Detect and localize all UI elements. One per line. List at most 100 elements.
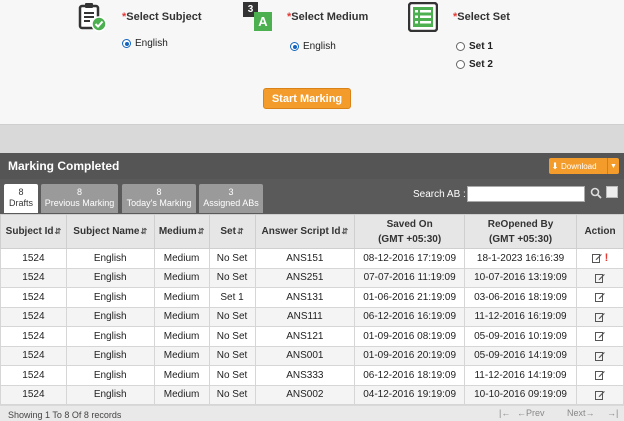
medium-label-text: Select Medium	[291, 11, 369, 23]
table-cell: English	[65, 326, 155, 347]
tab-todays-marking[interactable]: 8 Today's Marking	[122, 184, 196, 213]
table-row: 1524 English Medium No Set ANS251 07-07-2016 …	[0, 267, 624, 288]
table-cell: 01-06-2016 21:19:09	[354, 287, 466, 308]
set-radio-set-2[interactable]: Set 2	[456, 59, 493, 70]
header-medium[interactable]: Medium⇵	[153, 214, 210, 249]
header-subject-name[interactable]: Subject Name⇵	[65, 214, 155, 249]
header-set[interactable]: Set⇵	[208, 214, 256, 249]
header-label: Answer Script Id	[261, 226, 341, 237]
table-cell: ANS002	[254, 384, 356, 405]
set-radio-set-1[interactable]: Set 1	[456, 41, 493, 52]
table-cell: No Set	[208, 326, 256, 347]
next-page-button[interactable]: Next→	[567, 408, 595, 418]
search-input[interactable]	[467, 186, 585, 202]
subject-label-text: Select Subject	[126, 11, 202, 23]
table-cell: English	[65, 267, 155, 288]
radio-dot[interactable]	[456, 60, 465, 69]
edit-icon[interactable]	[595, 390, 605, 400]
sort-icon[interactable]: ⇵	[237, 227, 244, 236]
table-cell: 1524	[0, 326, 67, 347]
tab-previous-marking[interactable]: 8 Previous Marking	[41, 184, 118, 213]
subject-radio-english[interactable]: English	[122, 38, 168, 49]
table-cell: 1524	[0, 287, 67, 308]
table-cell: Medium	[153, 287, 210, 308]
action-cell: !	[576, 248, 624, 269]
table-cell: Medium	[153, 248, 210, 269]
chevron-down-icon[interactable]: ▼	[607, 158, 619, 174]
prev-page-button[interactable]: ←Prev	[517, 408, 545, 418]
header-label: Subject Id	[5, 226, 54, 237]
table-cell: 05-09-2016 10:19:09	[464, 326, 578, 347]
table-cell: Medium	[153, 267, 210, 288]
marking-table: Subject Id⇵ Subject Name⇵ Medium⇵ Set⇵ A…	[0, 214, 624, 405]
search-icon[interactable]	[590, 187, 602, 199]
edit-icon[interactable]	[591, 253, 602, 264]
table-cell: English	[65, 384, 155, 405]
radio-dot[interactable]	[456, 42, 465, 51]
table-cell: 1524	[0, 267, 67, 288]
sort-icon[interactable]: ⇵	[54, 227, 61, 236]
table-cell: English	[65, 248, 155, 269]
table-cell: 04-12-2016 19:19:09	[354, 384, 466, 405]
edit-icon[interactable]	[595, 370, 605, 381]
table-cell: 01-09-2016 20:19:09	[354, 345, 466, 366]
first-page-button[interactable]: |←	[499, 408, 510, 418]
action-cell	[576, 306, 624, 327]
table-cell: ANS333	[254, 365, 356, 386]
table-cell: English	[65, 306, 155, 327]
tab-drafts[interactable]: 8 Drafts	[4, 184, 38, 213]
selection-panel: *Select Subject English 3 A *Select Medi…	[0, 0, 624, 125]
medium-radio-english[interactable]: English	[290, 41, 336, 52]
medium-label: *Select Medium	[287, 11, 368, 23]
tab-label: Drafts	[8, 198, 33, 208]
tabs-bar: 8 Drafts 8 Previous Marking 8 Today's Ma…	[0, 179, 624, 214]
table-cell: 06-12-2016 16:19:09	[354, 306, 466, 327]
last-page-button[interactable]: →|	[607, 408, 618, 418]
header-sublabel: (GMT +05:30)	[489, 233, 553, 245]
radio-label: Set 2	[469, 59, 493, 70]
sort-icon[interactable]: ⇵	[140, 227, 147, 236]
action-cell	[576, 287, 624, 308]
radio-label: English	[303, 41, 336, 52]
set-label-text: Select Set	[457, 11, 510, 23]
table-cell: 1524	[0, 365, 67, 386]
table-cell: No Set	[208, 345, 256, 366]
table-cell: Medium	[153, 384, 210, 405]
tab-label: Assigned ABs	[203, 198, 259, 208]
table-row: 1524 English Medium No Set ANS121 01-09-2016 …	[0, 326, 624, 347]
radio-dot[interactable]	[290, 42, 299, 51]
table-cell: No Set	[208, 365, 256, 386]
table-cell: ANS111	[254, 306, 356, 327]
header-label: ReOpened By	[487, 218, 554, 230]
table-cell: 11-12-2016 16:19:09	[464, 306, 578, 327]
clipboard-check-icon	[78, 3, 107, 32]
header-reopened-by[interactable]: ReOpened By (GMT +05:30)	[464, 214, 578, 249]
radio-dot[interactable]	[122, 39, 131, 48]
edit-icon[interactable]	[595, 292, 605, 303]
header-answer-script-id[interactable]: Answer Script Id⇵	[254, 214, 356, 249]
set-label: *Select Set	[453, 11, 510, 23]
download-button[interactable]: ⬇ Download ▼	[549, 158, 619, 174]
action-cell	[576, 384, 624, 405]
table-cell: No Set	[208, 384, 256, 405]
table-cell: 07-07-2016 11:19:09	[354, 267, 466, 288]
start-marking-button[interactable]: Start Marking	[263, 88, 351, 109]
header-subject-id[interactable]: Subject Id⇵	[0, 214, 67, 249]
broken-image-icon[interactable]	[606, 186, 618, 198]
panel-title: Marking Completed	[8, 159, 120, 173]
table-cell: Set 1	[208, 287, 256, 308]
tab-assigned-abs[interactable]: 3 Assigned ABs	[199, 184, 263, 213]
sort-icon[interactable]: ⇵	[341, 227, 348, 236]
header-saved-on[interactable]: Saved On (GMT +05:30)	[354, 214, 466, 249]
table-cell: 06-12-2016 18:19:09	[354, 365, 466, 386]
edit-icon[interactable]	[595, 331, 605, 342]
warning-icon: !	[604, 252, 609, 265]
marking-completed-header: Marking Completed ⬇ Download ▼	[0, 153, 624, 179]
edit-icon[interactable]	[595, 312, 605, 322]
action-cell	[576, 345, 624, 366]
tab-count: 8	[156, 187, 162, 197]
edit-icon[interactable]	[595, 273, 605, 283]
action-cell	[576, 267, 624, 288]
edit-icon[interactable]	[595, 351, 605, 361]
sort-icon[interactable]: ⇵	[198, 227, 205, 236]
